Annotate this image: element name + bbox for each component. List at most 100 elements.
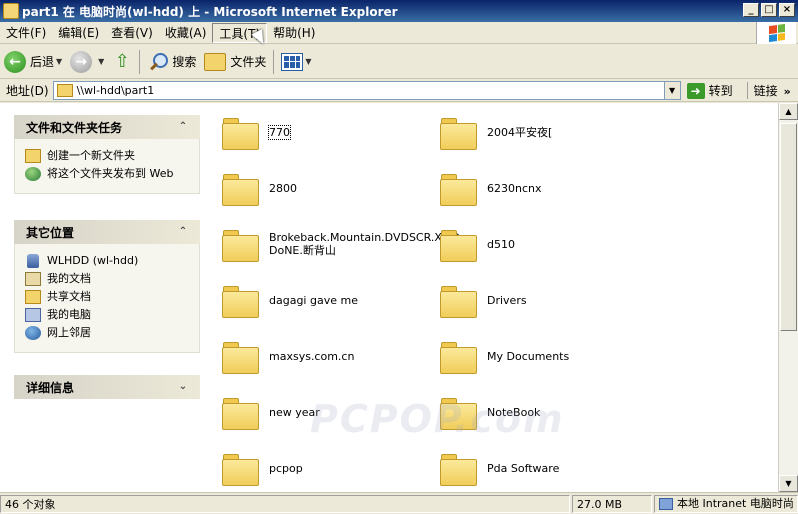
folder-label: dagagi gave me: [269, 293, 358, 307]
menu-view[interactable]: 查看(V): [105, 23, 159, 43]
place-network[interactable]: 网上邻居: [25, 326, 191, 340]
go-button[interactable]: ➜ 转到: [686, 82, 733, 99]
file-tasks-panel: 文件和文件夹任务 ⌃ 创建一个新文件夹 将这个文件夹发布到 Web: [14, 115, 200, 194]
chevron-right-icon: »: [783, 85, 791, 98]
expand-icon[interactable]: ⌄: [176, 380, 190, 394]
toolbar-separator: [139, 49, 141, 74]
folder-icon: [439, 227, 477, 262]
place-label: 我的电脑: [47, 308, 91, 321]
other-places-header[interactable]: 其它位置 ⌃: [14, 220, 200, 244]
publish-web-icon: [25, 167, 41, 181]
folder-item[interactable]: maxsys.com.cn: [221, 339, 355, 374]
folder-item[interactable]: pcpop: [221, 451, 303, 486]
folder-label: 2800: [269, 181, 297, 195]
file-tasks-header[interactable]: 文件和文件夹任务 ⌃: [14, 115, 200, 139]
folder-item[interactable]: new year: [221, 395, 320, 430]
task-pane: 文件和文件夹任务 ⌃ 创建一个新文件夹 将这个文件夹发布到 Web 其它位置 ⌃: [0, 103, 210, 492]
folder-icon: [221, 115, 259, 150]
folder-icon: [221, 283, 259, 318]
other-places-body: WLHDD (wl-hdd) 我的文档 共享文档 我的电脑 网上邻居: [14, 244, 200, 353]
close-button[interactable]: ×: [779, 3, 795, 17]
scroll-down-icon[interactable]: ▼: [779, 475, 798, 492]
minimize-button[interactable]: _: [743, 3, 759, 17]
views-button[interactable]: ▼: [277, 48, 315, 76]
folder-icon: [56, 84, 73, 97]
links-button[interactable]: 链接 »: [746, 82, 791, 99]
folder-icon: [439, 451, 477, 486]
vertical-scrollbar[interactable]: ▲ ▼: [778, 103, 798, 492]
panel-title: 其它位置: [26, 225, 75, 240]
folders-button[interactable]: 文件夹: [200, 48, 270, 76]
folder-label: Drivers: [487, 293, 527, 307]
back-label: 后退: [30, 55, 55, 69]
views-icon: [281, 52, 304, 71]
folder-item[interactable]: 6230ncnx: [439, 171, 542, 206]
new-folder-icon: [25, 149, 41, 163]
address-label: 地址(D): [6, 84, 49, 98]
folder-item[interactable]: 2004平安夜[: [439, 115, 552, 150]
go-label: 转到: [708, 84, 733, 98]
folder-item[interactable]: dagagi gave me: [221, 283, 358, 318]
title-bar: part1 在 电脑时尚(wl-hdd) 上 - Microsoft Inter…: [0, 0, 798, 22]
folder-label: 770: [268, 124, 291, 140]
folder-icon: [439, 339, 477, 374]
file-tasks-body: 创建一个新文件夹 将这个文件夹发布到 Web: [14, 139, 200, 194]
other-places-panel: 其它位置 ⌃ WLHDD (wl-hdd) 我的文档 共享文档 我的电脑 网上邻…: [14, 220, 200, 353]
folder-item[interactable]: d510: [439, 227, 515, 262]
place-label: 网上邻居: [47, 326, 91, 339]
place-my-documents[interactable]: 我的文档: [25, 272, 191, 286]
collapse-icon[interactable]: ⌃: [176, 120, 190, 134]
forward-button[interactable]: → ▼: [66, 48, 108, 76]
folder-item[interactable]: 2800: [221, 171, 297, 206]
menu-help[interactable]: 帮助(H): [267, 23, 321, 43]
menu-file[interactable]: 文件(F): [0, 23, 52, 43]
folder-item[interactable]: My Documents: [439, 339, 570, 374]
views-dropdown-icon[interactable]: ▼: [305, 57, 311, 66]
network-places-icon: [25, 326, 41, 340]
forward-dropdown-icon[interactable]: ▼: [98, 57, 104, 66]
task-new-folder[interactable]: 创建一个新文件夹: [25, 149, 191, 163]
folder-item[interactable]: Pda Software: [439, 451, 559, 486]
back-button[interactable]: ← 后退 ▼: [0, 48, 66, 76]
folder-item[interactable]: 770: [221, 115, 291, 150]
forward-arrow-icon: →: [70, 50, 93, 73]
folder-icon: [3, 3, 19, 19]
search-button[interactable]: 搜索: [143, 48, 200, 76]
place-my-computer[interactable]: 我的电脑: [25, 308, 191, 322]
place-shared-documents[interactable]: 共享文档: [25, 290, 191, 304]
folder-label: My Documents: [487, 349, 570, 363]
address-bar: 地址(D) \\wl-hdd\part1 ▼ ➜ 转到 链接 »: [0, 80, 798, 102]
shared-documents-icon: [25, 290, 41, 304]
folder-label: maxsys.com.cn: [269, 349, 355, 363]
back-dropdown-icon[interactable]: ▼: [56, 57, 62, 66]
folder-item[interactable]: Drivers: [439, 283, 527, 318]
folder-label: pcpop: [269, 461, 303, 475]
folder-icon: [221, 451, 259, 486]
folder-icon: [439, 171, 477, 206]
object-count: 46 个对象: [0, 494, 570, 513]
task-publish-web[interactable]: 将这个文件夹发布到 Web: [25, 167, 191, 181]
place-label: 我的文档: [47, 272, 91, 285]
toolbar: ← 后退 ▼ → ▼ ⇧ 搜索 文件夹 ▼: [0, 45, 798, 79]
folder-item[interactable]: Brokeback.Mountain.DVDSCR.XviD-DoNE.断背山: [221, 227, 464, 262]
toolbar-separator: [273, 49, 275, 74]
scroll-up-icon[interactable]: ▲: [779, 103, 798, 120]
details-header[interactable]: 详细信息 ⌄: [14, 375, 200, 399]
address-value: \\wl-hdd\part1: [76, 84, 155, 97]
up-button[interactable]: ⇧: [108, 48, 136, 76]
content-area: 文件和文件夹任务 ⌃ 创建一个新文件夹 将这个文件夹发布到 Web 其它位置 ⌃: [0, 103, 778, 492]
address-dropdown-icon[interactable]: ▼: [663, 82, 680, 99]
maximize-button[interactable]: □: [761, 3, 777, 17]
task-label: 将这个文件夹发布到 Web: [47, 167, 174, 180]
zone-label: 本地 Intranet 电脑时尚: [677, 496, 794, 510]
menu-edit[interactable]: 编辑(E): [52, 23, 105, 43]
menu-favorites[interactable]: 收藏(A): [159, 23, 213, 43]
collapse-icon[interactable]: ⌃: [176, 225, 190, 239]
folder-icon: [439, 283, 477, 318]
address-input[interactable]: \\wl-hdd\part1 ▼: [52, 81, 681, 100]
scroll-thumb[interactable]: [780, 123, 797, 331]
place-label: 共享文档: [47, 290, 91, 303]
windows-logo: [756, 22, 796, 44]
status-bar: 46 个对象 27.0 MB 本地 Intranet 电脑时尚: [0, 492, 798, 514]
place-wlhdd[interactable]: WLHDD (wl-hdd): [25, 254, 191, 268]
